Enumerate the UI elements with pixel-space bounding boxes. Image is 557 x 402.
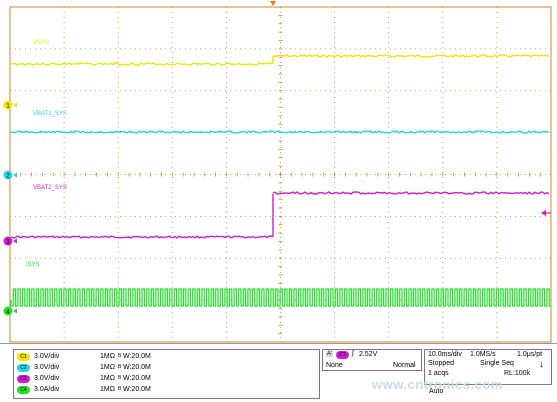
trace-vbat2-sys [272,191,550,195]
trigger-coupling: None [326,362,343,369]
trigger-panel[interactable]: A' C3 ∫ 2.52V None Normal [322,349,422,371]
status-bar: C1 3.0V/div 1MΩ B W:20.0M C2 3.0V/div 1M… [0,343,557,402]
channel-settings-panel: C1 3.0V/div 1MΩ B W:20.0M C2 3.0V/div 1M… [13,349,320,399]
acquisition-state: Stopped [428,360,455,367]
waveform-traces [10,54,552,307]
trigger-level-icon [541,210,546,216]
channel-impedance: 1MΩ [100,375,115,382]
channel-impedance: 1MΩ [100,364,115,371]
acquisition-mode: Single Seq [480,360,514,367]
channel-impedance: 1MΩ [100,386,115,393]
arrow-down-icon[interactable]: ↓ [539,359,544,370]
channel-marker-arrow-icon [13,238,17,244]
timebase: 10.0ms/div [428,351,462,358]
channel-row-c2[interactable]: C2 3.0V/div 1MΩ B W:20.0M [14,363,319,374]
channel-marker-arrow-icon [13,172,17,178]
channel-scale: 3.0V/div [34,353,60,360]
channel-marker-arrow-icon [13,102,17,108]
rising-edge-icon: ∫ [352,350,354,357]
channel-marker-arrow-icon [13,308,17,314]
channel-scale: 3.0A/div [34,386,60,393]
bandwidth-value: W:20.0M [123,386,151,393]
channel-row-c4[interactable]: C4 3.0A/div 1MΩ B W:20.0M [14,385,319,396]
channel-badge-c1: C1 [17,353,30,361]
point-resolution: 1.0μs/pt [517,351,543,358]
trace-vsys [273,54,550,58]
bandwidth-value: W:20.0M [123,375,151,382]
channel-scale: 3.0V/div [34,375,60,382]
channel-row-c1[interactable]: C1 3.0V/div 1MΩ B W:20.0M [14,352,319,363]
trace-vsys [10,61,273,66]
trigger-source-badge: C3 [336,351,349,359]
bandwidth-flag: B [118,386,122,392]
oscilloscope-display: 1234 VSYS VBAT1_SYS VBAT2_SYS ISYS [3,1,552,343]
channel-badge-c4: C4 [17,386,30,394]
channel-badge-c2: C2 [17,364,30,372]
bandwidth-flag: B [118,353,122,359]
acquisition-count: 1 acqs [428,370,449,377]
channel-badge-c3: C3 [17,375,30,383]
channel-row-c3[interactable]: C3 3.0V/div 1MΩ B W:20.0M [14,374,319,385]
watermark: www.cntronics.com [372,377,503,392]
trace-label-vbat2-sys: VBAT2_SYS [33,185,67,191]
trigger-sweep: Normal [393,362,416,369]
channel-scale: 3.0V/div [34,364,60,371]
bandwidth-flag: B [118,364,122,370]
trace-label-isys: ISYS [26,262,40,268]
channel-impedance: 1MΩ [100,353,115,360]
sample-rate: 1.0MS/s [470,351,496,358]
bandwidth-value: W:20.0M [123,353,151,360]
trigger-mode-label: A' [326,351,334,357]
trace-label-vsys: VSYS [33,40,49,46]
trigger-position-icon [270,1,276,6]
trigger-level: 2.52V [359,351,378,358]
channel-markers: 1234 [3,1,551,316]
trace-vbat2-sys [10,235,274,239]
bandwidth-flag: B [118,375,122,381]
record-length: RL:100k [504,370,531,377]
trace-label-vbat1-sys: VBAT1_SYS [33,111,67,117]
bandwidth-value: W:20.0M [123,364,151,371]
